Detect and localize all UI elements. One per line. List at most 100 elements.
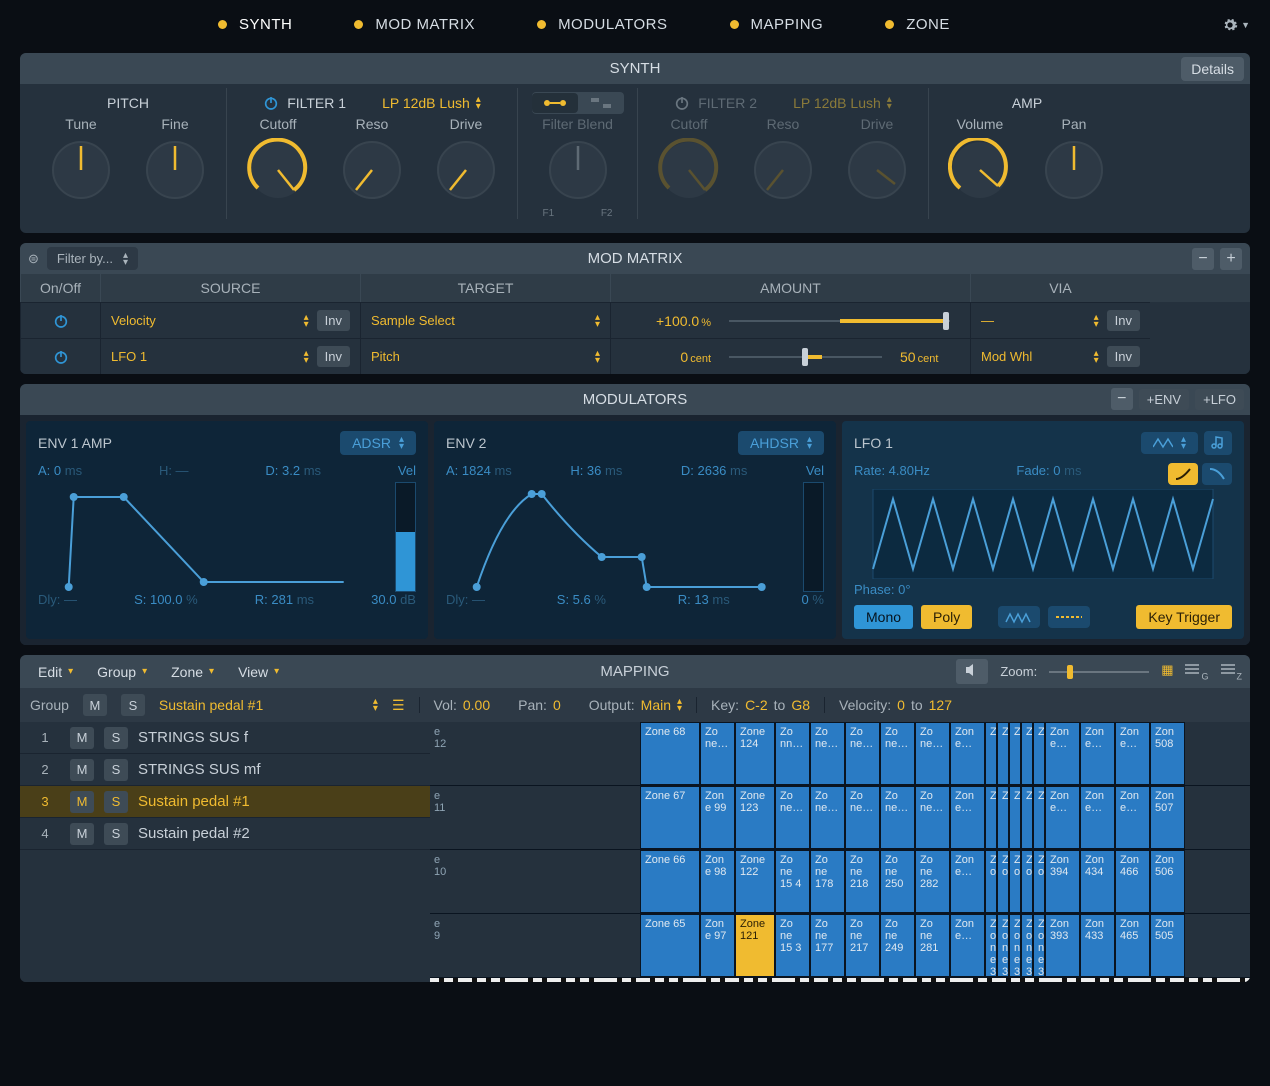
fade-out-button[interactable] — [1202, 463, 1232, 485]
tab-synth[interactable]: SYNTH — [200, 10, 310, 39]
zone-cell[interactable]: Zone 68 — [640, 722, 700, 785]
zone-cell[interactable]: Zon e 99 — [700, 786, 735, 849]
zone-cell[interactable]: Zon e… — [1080, 722, 1115, 785]
view-group-button[interactable]: G — [1183, 662, 1208, 682]
group-name-select[interactable]: Sustain pedal #1 — [159, 697, 359, 713]
zone-cell[interactable]: Zon e… — [950, 850, 985, 913]
source-select[interactable]: Velocity — [111, 313, 296, 328]
zone-cell[interactable]: Z — [1033, 786, 1045, 849]
zone-cell[interactable]: Zon e… — [950, 722, 985, 785]
env1-mode[interactable]: ADSR▴▾ — [340, 431, 416, 455]
zone-cell[interactable]: Zon e… — [1045, 722, 1080, 785]
zone-cell[interactable]: Z o — [997, 850, 1009, 913]
zoom-slider[interactable] — [1049, 671, 1149, 673]
tune-knob[interactable] — [49, 138, 113, 202]
zone-cell[interactable]: Z — [1021, 722, 1033, 785]
view-zone-button[interactable]: Z — [1219, 662, 1243, 682]
target-select[interactable]: Sample Select — [371, 313, 587, 328]
inv-button[interactable]: Inv — [1107, 346, 1140, 367]
row-solo[interactable]: S — [104, 759, 128, 781]
lfo-wave-select[interactable]: ▴▾ — [1141, 432, 1198, 454]
group-row[interactable]: 1MSSTRINGS SUS f — [20, 722, 430, 754]
power-icon[interactable] — [263, 95, 279, 111]
zone-cell[interactable]: Zo ne 282 — [915, 850, 950, 913]
zone-cell[interactable]: Zo ne… — [845, 722, 880, 785]
zone-cell[interactable]: Z — [985, 722, 997, 785]
zone-cell[interactable]: Zon e… — [1080, 786, 1115, 849]
poly-button[interactable]: Poly — [921, 605, 972, 629]
fade-in-button[interactable] — [1168, 463, 1198, 485]
zone-cell[interactable]: Zo ne… — [915, 786, 950, 849]
env2-vel-slider[interactable] — [803, 482, 824, 592]
env1-graph[interactable] — [38, 482, 389, 592]
keyboard[interactable] — [430, 978, 1250, 982]
filter2-type[interactable]: LP 12dB Lush▴▾ — [793, 95, 892, 111]
inv-button[interactable]: Inv — [317, 346, 350, 367]
row-solo[interactable]: S — [104, 727, 128, 749]
zone-cell[interactable]: Zo ne 218 — [845, 850, 880, 913]
zone-cell[interactable]: Z — [1033, 722, 1045, 785]
zone-cell[interactable]: Z o n e 3 — [1033, 914, 1045, 977]
zone-cell[interactable]: Zone 66 — [640, 850, 700, 913]
zone-cell[interactable]: Z o n e 3 — [1021, 914, 1033, 977]
row-mute[interactable]: M — [70, 759, 94, 781]
zone-cell[interactable]: Zon 506 — [1150, 850, 1185, 913]
filter-icon[interactable]: ⊜ — [28, 251, 39, 267]
zone-cell[interactable]: Zon 393 — [1045, 914, 1080, 977]
zone-cell[interactable]: Zon 466 — [1115, 850, 1150, 913]
group-solo[interactable]: S — [121, 694, 145, 716]
zone-cell[interactable]: Zo ne… — [810, 722, 845, 785]
zone-grid[interactable]: e 12Zone 68Zo ne…Zone 124Zo nn…Zo ne…Zo … — [430, 722, 1250, 982]
row-solo[interactable]: S — [104, 791, 128, 813]
zone-cell[interactable]: Zone 65 — [640, 914, 700, 977]
filter2-cutoff-knob[interactable] — [657, 138, 721, 202]
view-grid-button[interactable]: ▦ — [1161, 662, 1173, 682]
zone-cell[interactable]: Zo ne… — [915, 722, 950, 785]
source-select[interactable]: LFO 1 — [111, 349, 296, 364]
zone-cell[interactable]: Z — [985, 786, 997, 849]
power-icon[interactable] — [53, 349, 69, 365]
amount-slider[interactable] — [729, 320, 950, 322]
zone-cell[interactable]: Zon e… — [950, 786, 985, 849]
add-row-button[interactable]: + — [1220, 248, 1242, 270]
zone-cell[interactable]: Z o n e 3 — [985, 914, 997, 977]
zone-cell[interactable]: Zo ne… — [810, 786, 845, 849]
zone-cell[interactable]: Zone 123 — [735, 786, 775, 849]
zone-cell[interactable]: Z — [1009, 722, 1021, 785]
zone-cell[interactable]: Zo ne 15 3 — [775, 914, 810, 977]
zone-cell[interactable]: Zon e 98 — [700, 850, 735, 913]
row-mute[interactable]: M — [70, 727, 94, 749]
zone-menu[interactable]: Zone▾ — [161, 660, 224, 684]
remove-row-button[interactable]: − — [1192, 248, 1214, 270]
view-menu[interactable]: View▾ — [228, 660, 289, 684]
zone-cell[interactable]: Zon 505 — [1150, 914, 1185, 977]
zone-cell[interactable]: Zo ne… — [845, 786, 880, 849]
zone-cell[interactable]: Z — [997, 722, 1009, 785]
zone-cell[interactable]: Zon e 97 — [700, 914, 735, 977]
edit-menu[interactable]: Edit▾ — [28, 660, 83, 684]
zone-cell[interactable]: Z o — [985, 850, 997, 913]
row-mute[interactable]: M — [70, 823, 94, 845]
tab-modulators[interactable]: MODULATORS — [519, 10, 685, 39]
zone-cell[interactable]: Zo ne… — [880, 786, 915, 849]
row-mute[interactable]: M — [70, 791, 94, 813]
target-select[interactable]: Pitch — [371, 349, 587, 364]
zone-cell[interactable]: Zo ne… — [775, 786, 810, 849]
env2-mode[interactable]: AHDSR▴▾ — [738, 431, 824, 455]
filter-routing[interactable] — [532, 92, 624, 114]
zone-cell[interactable]: Zon e… — [1115, 786, 1150, 849]
zone-cell[interactable]: Zo ne… — [880, 722, 915, 785]
via-select[interactable]: — — [981, 313, 1086, 328]
zone-cell[interactable]: Zone 121 — [735, 914, 775, 977]
pan-knob[interactable] — [1042, 138, 1106, 202]
row-solo[interactable]: S — [104, 823, 128, 845]
via-select[interactable]: Mod Whl — [981, 349, 1086, 364]
inv-button[interactable]: Inv — [1107, 310, 1140, 331]
settings-menu[interactable]: ▼ — [1222, 17, 1250, 33]
zone-cell[interactable]: Zon 507 — [1150, 786, 1185, 849]
zone-cell[interactable]: Z o n e 3 — [1009, 914, 1021, 977]
zone-cell[interactable]: Zon 434 — [1080, 850, 1115, 913]
filter2-reso-knob[interactable] — [751, 138, 815, 202]
zone-cell[interactable]: Zon 465 — [1115, 914, 1150, 977]
filter-blend-knob[interactable] — [546, 138, 610, 202]
